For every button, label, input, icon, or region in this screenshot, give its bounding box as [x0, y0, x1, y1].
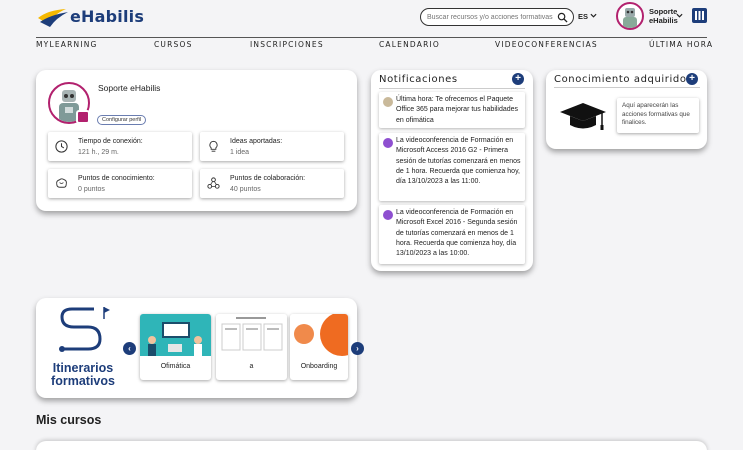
search-box[interactable] [420, 8, 574, 26]
collaboration-icon [207, 177, 220, 189]
itineraries-title: Itinerarios formativos [51, 361, 115, 388]
main-nav: MYLEARNING CURSOS INSCRIPCIONES CALENDAR… [36, 40, 712, 52]
chevron-left-icon[interactable]: ‹ [123, 342, 136, 355]
nav-divider [36, 37, 707, 38]
my-courses-card [36, 441, 707, 450]
stat-knowledge-points: Puntos de conocimiento: 0 puntos [48, 169, 192, 198]
logo-text: eHabilis [70, 7, 145, 26]
avatar[interactable] [616, 2, 644, 30]
search-input[interactable] [427, 11, 557, 24]
knowledge-title: Conocimiento adquirido [554, 74, 687, 85]
videoconference-icon [383, 138, 393, 148]
nav-item-ultima-hora[interactable]: ÚLTIMA HORA [649, 40, 713, 49]
stat-value: 40 puntos [230, 186, 261, 193]
course-label: a [249, 363, 254, 370]
profile-name: Soporte eHabilis [98, 83, 161, 93]
itineraries-card: Itinerarios formativos ‹ Ofimática a Onb… [36, 298, 364, 398]
nav-item-cursos[interactable]: CURSOS [154, 40, 193, 49]
nav-item-mylearning[interactable]: MYLEARNING [36, 40, 98, 49]
divider [554, 87, 700, 88]
stat-label: Ideas aportadas: [230, 138, 283, 145]
chevron-down-icon[interactable] [676, 12, 683, 19]
notification-text: La videoconferencia de Formación en Micr… [396, 137, 521, 186]
course-tile[interactable]: Ofimática [140, 314, 211, 380]
notification-item[interactable]: Última hora: Te ofrecemos el Paquete Off… [379, 92, 525, 128]
apps-grid-icon[interactable] [692, 8, 707, 23]
nav-item-calendario[interactable]: CALENDARIO [379, 40, 440, 49]
stat-value: 0 puntos [78, 186, 105, 193]
add-icon[interactable]: + [686, 73, 698, 85]
course-image [140, 314, 211, 356]
chevron-down-icon[interactable] [590, 12, 597, 19]
course-label: Ofimática [160, 363, 191, 370]
nav-item-videoconferencias[interactable]: VIDEOCONFERENCIAS [495, 40, 598, 49]
header: eHabilis ES Soporte eHabilis [0, 0, 743, 36]
stat-label: Puntos de conocimiento: [78, 175, 155, 182]
stat-ideas: Ideas aportadas: 1 idea [200, 132, 344, 161]
course-image [290, 314, 348, 356]
notification-text: La videoconferencia de Formación en Micr… [396, 209, 518, 258]
course-image [216, 314, 287, 356]
profile-card: Soporte eHabilis Configurar perfil Tiemp… [36, 70, 357, 211]
robot-avatar-icon [623, 8, 637, 28]
my-courses-title: Mis cursos [36, 413, 102, 427]
knowledge-empty-text: Aquí aparecerán las acciones formativas … [622, 102, 690, 126]
course-tile[interactable]: a [216, 314, 287, 380]
brain-icon [56, 178, 67, 188]
itinerary-path-icon [59, 307, 110, 352]
lightbulb-icon [209, 140, 218, 152]
logo-swoosh-icon [38, 9, 68, 27]
stat-value: 121 h., 29 m. [78, 149, 119, 156]
notifications-title: Notificaciones [379, 74, 458, 85]
knowledge-empty-box: Aquí aparecerán las acciones formativas … [617, 98, 699, 133]
language-selector[interactable]: ES [578, 12, 588, 21]
nav-item-inscripciones[interactable]: INSCRIPCIONES [250, 40, 324, 49]
notification-item[interactable]: La videoconferencia de Formación en Micr… [379, 205, 525, 264]
stat-connection-time: Tiempo de conexión: 121 h., 29 m. [48, 132, 192, 161]
graduation-cap-icon [560, 103, 606, 130]
divider [379, 88, 525, 89]
badge-icon [76, 110, 90, 124]
notification-text: Última hora: Te ofrecemos el Paquete Off… [396, 96, 519, 124]
stat-label: Puntos de colaboración: [230, 175, 306, 182]
course-label: Onboarding [300, 363, 338, 370]
course-tile[interactable]: Onboarding [290, 314, 348, 380]
videoconference-icon [383, 210, 393, 220]
stat-label: Tiempo de conexión: [78, 138, 143, 145]
search-icon[interactable] [557, 12, 568, 23]
clock-icon [55, 140, 68, 153]
knowledge-card: Conocimiento adquirido + Aquí aparecerán… [546, 70, 707, 149]
news-icon [383, 97, 393, 107]
notifications-card: Notificaciones + Última hora: Te ofrecem… [371, 70, 533, 271]
notification-item[interactable]: La videoconferencia de Formación en Micr… [379, 133, 525, 201]
add-icon[interactable]: + [512, 73, 524, 85]
logo[interactable]: eHabilis [36, 6, 146, 28]
stat-collaboration-points: Puntos de colaboración: 40 puntos [200, 169, 344, 198]
chevron-right-icon[interactable]: › [351, 342, 364, 355]
stat-value: 1 idea [230, 149, 250, 156]
configure-profile-button[interactable]: Configurar perfil [97, 115, 147, 125]
